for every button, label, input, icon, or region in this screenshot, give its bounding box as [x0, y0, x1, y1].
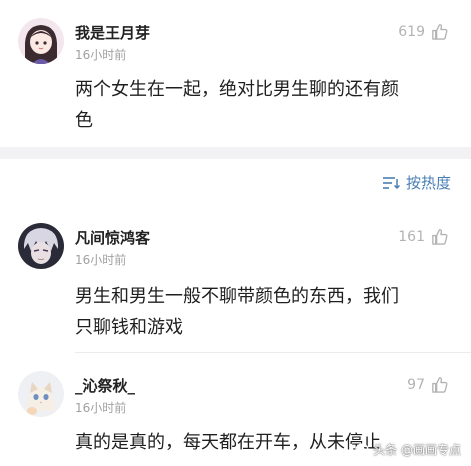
- sort-by-hot-button[interactable]: 按热度: [382, 172, 451, 193]
- section-separator: [0, 147, 471, 159]
- avatar-anime-boy-icon: [18, 223, 64, 269]
- timestamp: 16小时前: [75, 48, 127, 62]
- username[interactable]: _沁祭秋_: [75, 375, 135, 396]
- like-count: 619: [398, 23, 425, 40]
- avatar[interactable]: [18, 18, 64, 64]
- comment-text: 两个女生在一起，绝对比男生聊的还有颜 色: [75, 74, 455, 136]
- comment-text: 男生和男生一般不聊带颜色的东西，我们 只聊钱和游戏: [75, 281, 455, 343]
- sort-icon: [382, 176, 400, 189]
- username[interactable]: 我是王月芽: [75, 22, 150, 43]
- avatar-girl-icon: [18, 18, 64, 64]
- like-button[interactable]: 97: [407, 375, 449, 394]
- comment-line: 色: [75, 110, 93, 131]
- like-button[interactable]: 161: [398, 227, 449, 246]
- timestamp: 16小时前: [75, 401, 127, 415]
- avatar[interactable]: [18, 223, 64, 269]
- timestamp: 16小时前: [75, 253, 127, 267]
- comment-line: 只聊钱和游戏: [75, 317, 183, 338]
- avatar[interactable]: [18, 371, 64, 417]
- like-button[interactable]: 619: [398, 22, 449, 41]
- watermark-text: 头条 @画画专点: [373, 443, 461, 457]
- like-count: 97: [407, 376, 425, 393]
- comment-line: 男生和男生一般不聊带颜色的东西，我们: [75, 286, 399, 307]
- sort-label: 按热度: [405, 174, 451, 192]
- at-icon: [355, 442, 369, 457]
- thumbs-up-icon: [432, 229, 448, 245]
- like-count: 161: [398, 228, 425, 245]
- avatar-cat-icon: [18, 371, 64, 417]
- username[interactable]: 凡间惊鸿客: [75, 227, 150, 248]
- divider: [75, 352, 471, 353]
- thumbs-up-icon: [432, 377, 448, 393]
- thumbs-up-icon: [432, 24, 448, 40]
- watermark: 头条 @画画专点: [355, 441, 461, 458]
- comment-line: 两个女生在一起，绝对比男生聊的还有颜: [75, 79, 399, 100]
